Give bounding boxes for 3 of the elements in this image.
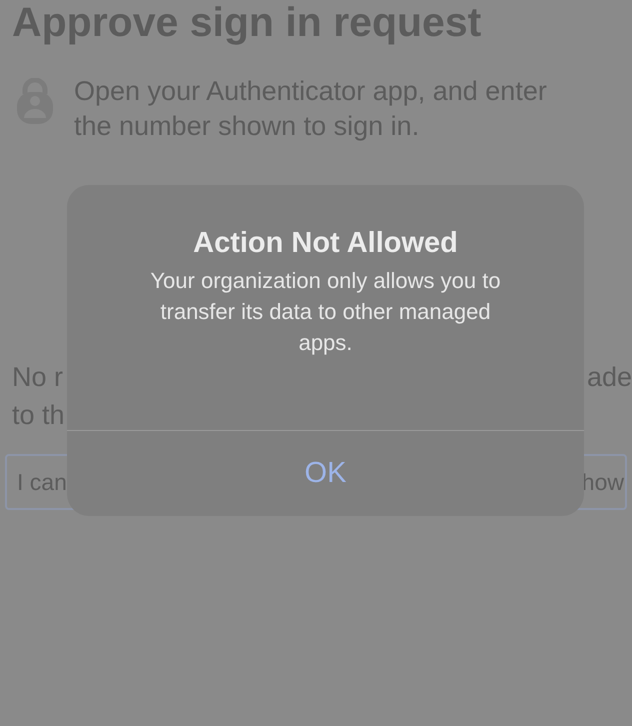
alert-message: Your organization only allows you to transfer its data to other managed apps. (150, 267, 501, 357)
ok-button[interactable]: OK (67, 431, 584, 516)
alert-title: Action Not Allowed (193, 226, 458, 261)
